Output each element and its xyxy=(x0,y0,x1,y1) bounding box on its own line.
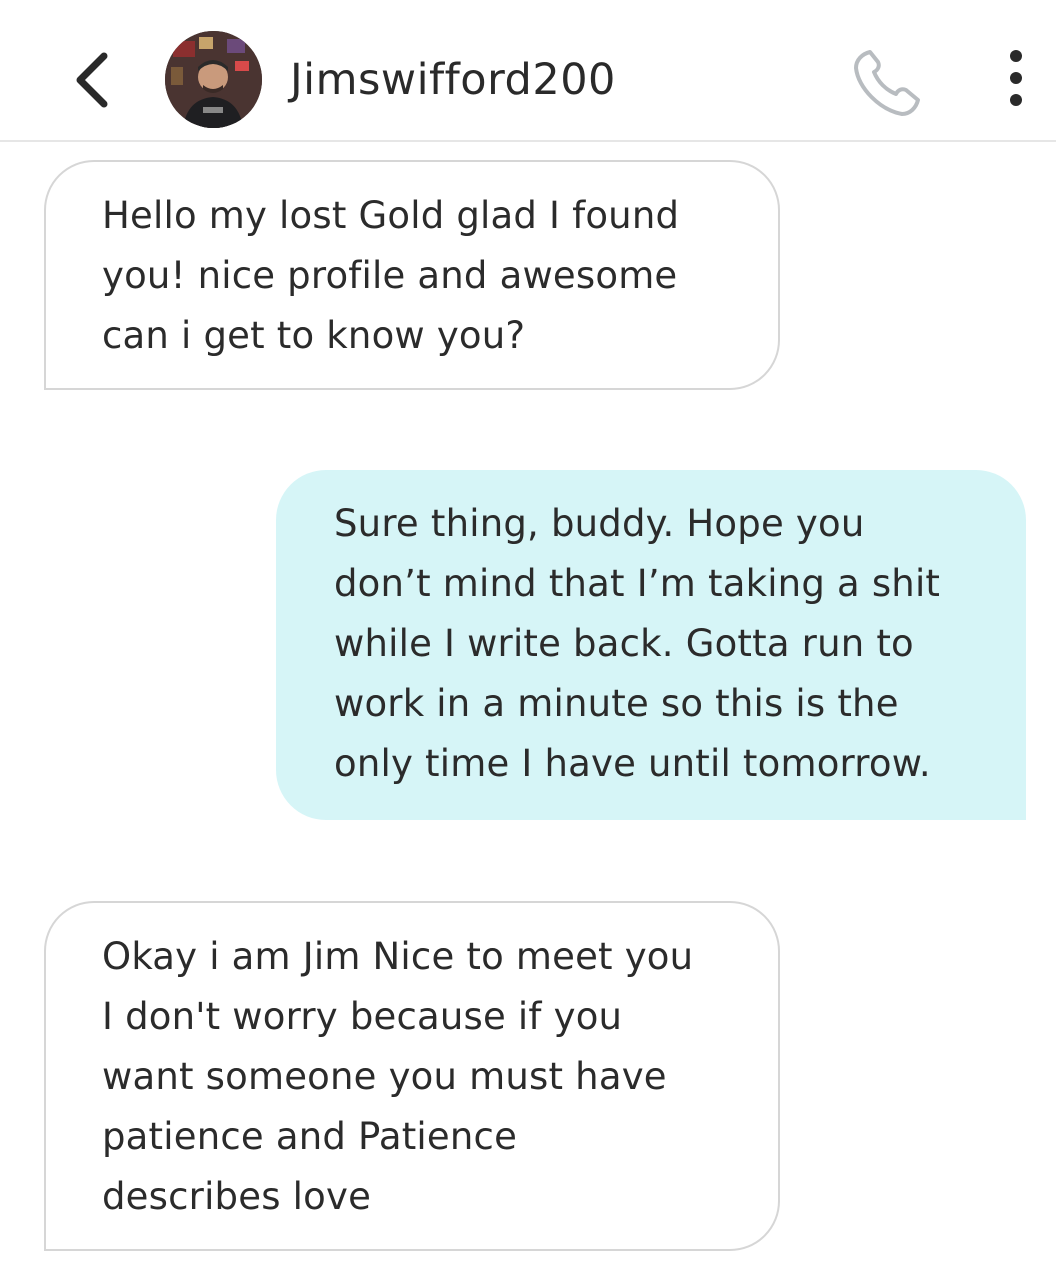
message-bubble-incoming: Hello my lost Gold glad I found you! nic… xyxy=(44,160,780,390)
chat-username: Jimswifford200 xyxy=(290,55,616,105)
back-button[interactable] xyxy=(68,48,118,112)
message-line: want someone you must have xyxy=(102,1055,667,1098)
message-line: while I write back. Gotta run to xyxy=(334,622,914,665)
message-line: you! nice profile and awesome xyxy=(102,254,678,297)
message-line: I don't worry because if you xyxy=(102,995,623,1038)
more-options-button[interactable] xyxy=(996,48,1036,112)
message-line: describes love xyxy=(102,1175,372,1218)
message-bubble-incoming: Okay i am Jim Nice to meet you I don't w… xyxy=(44,901,780,1251)
avatar-photo xyxy=(165,31,262,128)
message-line: Hello my lost Gold glad I found xyxy=(102,194,680,237)
message-bubble-outgoing: Sure thing, buddy. Hope you don’t mind t… xyxy=(276,470,1026,820)
phone-icon xyxy=(854,50,920,116)
message-line: don’t mind that I’m taking a shit xyxy=(334,562,941,605)
more-vertical-icon xyxy=(1010,50,1022,106)
message-line: only time I have until tomorrow. xyxy=(334,742,931,785)
message-line: Sure thing, buddy. Hope you xyxy=(334,502,865,545)
message-line: work in a minute so this is the xyxy=(334,682,899,725)
message-line: Okay i am Jim Nice to meet you xyxy=(102,935,694,978)
message-line: can i get to know you? xyxy=(102,314,526,357)
avatar[interactable] xyxy=(165,31,262,128)
chevron-left-icon xyxy=(76,52,108,108)
call-button[interactable] xyxy=(848,42,928,122)
chat-header: Jimswifford200 xyxy=(0,0,1056,142)
message-line: patience and Patience xyxy=(102,1115,518,1158)
